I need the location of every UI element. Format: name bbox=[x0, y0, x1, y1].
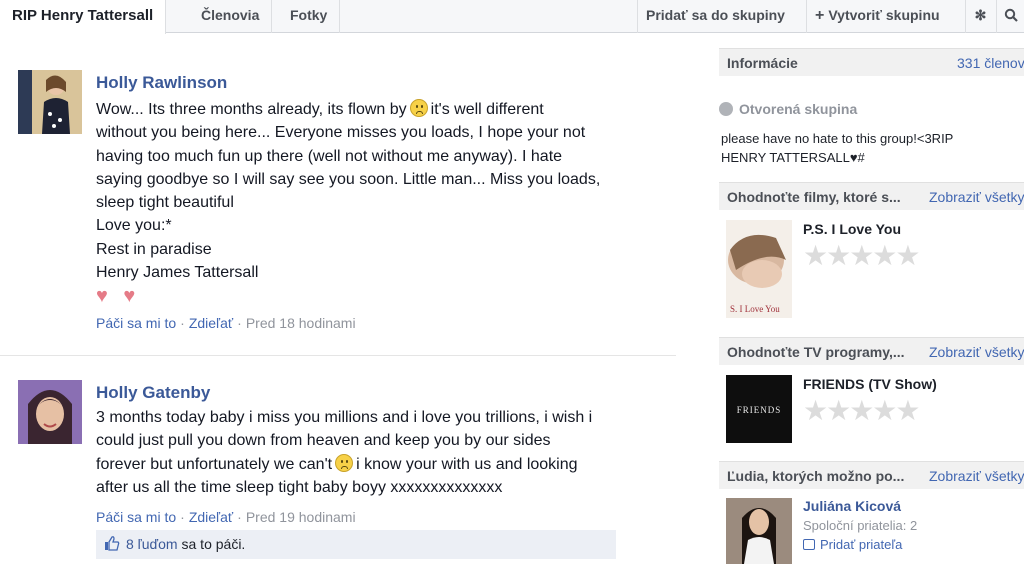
movie-poster[interactable]: S. I Love You bbox=[726, 220, 792, 318]
people-heading: Ľudia, ktorých možno po... bbox=[727, 468, 905, 484]
create-group-button[interactable]: + Vytvoriť skupinu bbox=[806, 0, 948, 33]
see-all-people-link[interactable]: Zobraziť všetky bbox=[929, 462, 1024, 489]
heart-icon: ♥ ♥ bbox=[96, 285, 141, 307]
timestamp[interactable]: Pred 19 hodinami bbox=[246, 509, 356, 525]
post-meta: Páči sa mi to · Zdieľať · Pred 19 hodinami bbox=[96, 509, 356, 525]
poster-title: S. I Love You bbox=[730, 304, 780, 314]
see-all-movies-link[interactable]: Zobraziť všetky bbox=[929, 183, 1024, 210]
members-count-link[interactable]: 331 členov bbox=[957, 49, 1024, 77]
person-avatar[interactable] bbox=[726, 498, 792, 564]
post-line: Rest in paradise bbox=[96, 240, 212, 258]
post-line: Henry James Tattersall bbox=[96, 264, 259, 282]
right-sidebar: Informácie 331 členov Otvorená skupina p… bbox=[719, 46, 1024, 566]
sad-face-icon bbox=[335, 453, 354, 472]
tv-title-link[interactable]: FRIENDS (TV Show) bbox=[803, 376, 937, 392]
post-line: without you being here... Everyone misse… bbox=[96, 124, 586, 142]
post-line: could just pull you down from heaven and… bbox=[96, 432, 551, 450]
post-line: forever but unfortunately we can't i know… bbox=[96, 453, 626, 476]
group-header-bar: RIP Henry Tattersall Členovia Fotky Prid… bbox=[0, 0, 1024, 34]
person-name-link[interactable]: Juliána Kicová bbox=[803, 498, 901, 514]
thumbs-up-icon bbox=[105, 536, 120, 551]
likes-summary: 8 ľuďom sa to páči. bbox=[96, 530, 616, 559]
author-name[interactable]: Holly Gatenby bbox=[96, 383, 210, 403]
settings-button[interactable]: ✻ bbox=[965, 0, 995, 33]
people-section-header: Ľudia, ktorých možno po... Zobraziť všet… bbox=[719, 461, 1024, 489]
group-description: please have no hate to this group!<3RIP … bbox=[721, 129, 1021, 167]
avatar[interactable] bbox=[18, 380, 82, 444]
share-link[interactable]: Zdieľať bbox=[189, 509, 233, 525]
sad-face-icon bbox=[409, 99, 428, 117]
add-friend-label: Pridať priateľa bbox=[820, 537, 903, 552]
like-link[interactable]: Páči sa mi to bbox=[96, 509, 176, 525]
post-line: 3 months today baby i miss you millions … bbox=[96, 409, 593, 426]
movies-section-header: Ohodnoťte filmy, ktoré s... Zobraziť vše… bbox=[719, 182, 1024, 210]
like-link[interactable]: Páči sa mi to bbox=[96, 315, 176, 331]
tv-heading: Ohodnoťte TV programy,... bbox=[727, 344, 905, 360]
post-text: Wow... Its three months already, its flo… bbox=[96, 98, 626, 284]
tv-show-image[interactable]: FRIENDS bbox=[726, 375, 792, 443]
create-group-label: Vytvoriť skupinu bbox=[828, 7, 940, 23]
post-line-text: i know your with us and looking bbox=[356, 455, 578, 473]
author-name[interactable]: Holly Rawlinson bbox=[96, 73, 227, 93]
share-link[interactable]: Zdieľať bbox=[189, 315, 233, 331]
add-friend-icon bbox=[803, 539, 815, 550]
group-privacy-label: Otvorená skupina bbox=[739, 101, 858, 117]
post-line: Love you:* bbox=[96, 217, 172, 235]
gear-icon: ✻ bbox=[974, 7, 987, 23]
search-icon bbox=[1004, 8, 1018, 22]
likes-suffix: sa to páči. bbox=[181, 536, 246, 552]
tv-section-header: Ohodnoťte TV programy,... Zobraziť všetk… bbox=[719, 337, 1024, 365]
tv-rating-stars[interactable]: ★★★★★ bbox=[803, 397, 921, 425]
post-line: sleep tight beautiful bbox=[96, 194, 234, 212]
post-line: having too much fun up there (well not w… bbox=[96, 147, 563, 165]
post-line: after us all the time sleep tight baby b… bbox=[96, 478, 503, 496]
join-group-button[interactable]: Pridať sa do skupiny bbox=[637, 0, 793, 33]
post-text: 3 months today baby i miss you millions … bbox=[96, 406, 626, 499]
tab-group-name[interactable]: RIP Henry Tattersall bbox=[0, 0, 167, 34]
post-holly-gatenby: Holly Gatenby 3 months today baby i miss… bbox=[0, 370, 676, 566]
movies-heading: Ohodnoťte filmy, ktoré s... bbox=[727, 189, 901, 205]
likes-count-link[interactable]: 8 ľuďom bbox=[126, 536, 178, 552]
description-line: HENRY TATTERSALL♥# bbox=[721, 150, 865, 165]
globe-icon bbox=[719, 102, 733, 116]
post-line-text: it's well different bbox=[430, 101, 544, 118]
tab-photos[interactable]: Fotky bbox=[278, 0, 341, 33]
tab-members[interactable]: Členovia bbox=[189, 0, 273, 33]
movie-rating-stars[interactable]: ★★★★★ bbox=[803, 242, 921, 270]
post-line-text: Wow... Its three months already, its flo… bbox=[96, 101, 407, 118]
plus-icon: + bbox=[815, 7, 825, 24]
timestamp[interactable]: Pred 18 hodinami bbox=[246, 315, 356, 331]
group-privacy: Otvorená skupina bbox=[719, 101, 857, 117]
search-button[interactable] bbox=[996, 0, 1024, 33]
post-line-text: forever but unfortunately we can't bbox=[96, 455, 333, 473]
movie-title-link[interactable]: P.S. I Love You bbox=[803, 221, 901, 237]
add-friend-button[interactable]: Pridať priateľa bbox=[803, 537, 902, 552]
mutual-friends: Spoloční priatelia: 2 bbox=[803, 518, 918, 533]
info-section-header: Informácie 331 členov bbox=[719, 48, 1024, 76]
post-line: Wow... Its three months already, its flo… bbox=[96, 98, 626, 121]
friends-logo: FRIENDS bbox=[737, 405, 782, 415]
avatar[interactable] bbox=[18, 70, 82, 134]
join-group-label: Pridať sa do skupiny bbox=[646, 7, 785, 23]
info-label: Informácie bbox=[727, 55, 798, 71]
see-all-tv-link[interactable]: Zobraziť všetky bbox=[929, 338, 1024, 365]
post-line: saying goodbye so I will say see you soo… bbox=[96, 170, 601, 188]
post-meta: Páči sa mi to · Zdieľať · Pred 18 hodinami bbox=[96, 315, 356, 331]
post-holly-rawlinson: Holly Rawlinson Wow... Its three months … bbox=[0, 60, 676, 356]
description-line: please have no hate to this group!<3RIP bbox=[721, 131, 954, 146]
